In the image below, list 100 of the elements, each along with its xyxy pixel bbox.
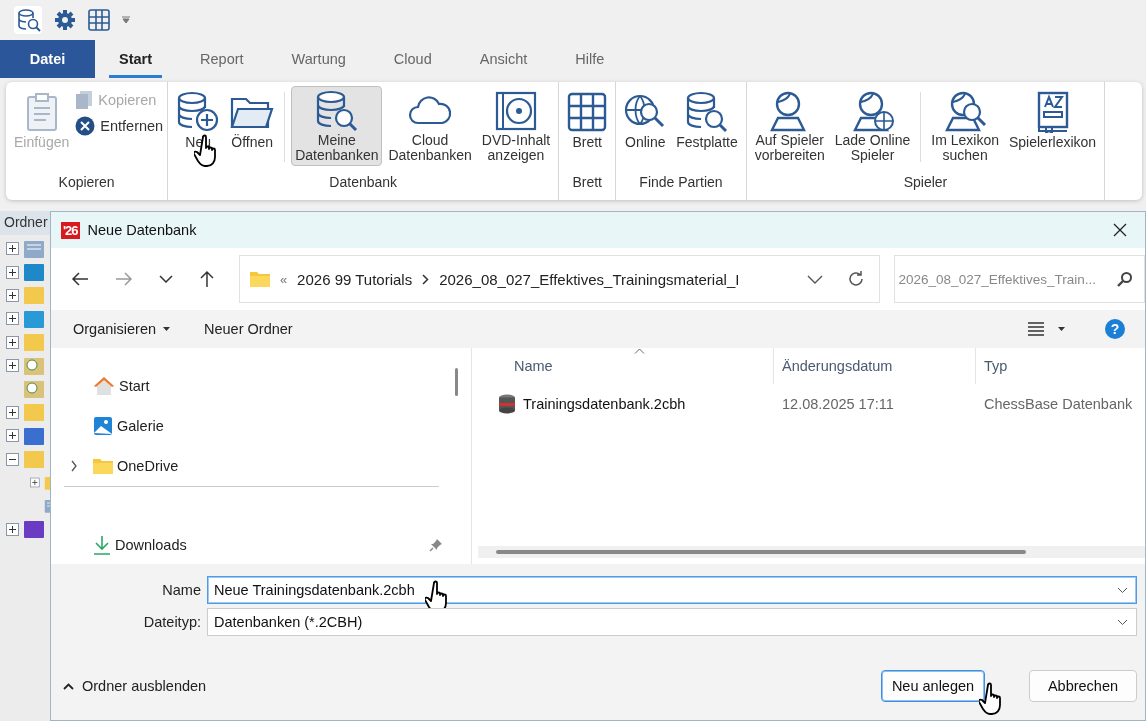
dropdown-field[interactable]: Datenbanken (*.2CBH) [207, 608, 1137, 636]
app-logo: '26 [61, 221, 80, 239]
grid-icon[interactable] [88, 9, 110, 31]
scrollbar-thumb[interactable] [496, 550, 1026, 554]
nav-item[interactable]: Galerie [117, 418, 164, 434]
ribbon-button[interactable]: Öffnen [226, 86, 279, 166]
home-icon [93, 376, 115, 396]
file-type: ChessBase Datenbank [983, 396, 1134, 412]
file-row[interactable]: Trainingsdatenbank.2cbh 12.08.2025 17:11 ChessBase Datenbank [478, 384, 1145, 424]
ribbon-tab[interactable]: Ansicht [455, 40, 552, 78]
nav-item[interactable]: Downloads [115, 537, 187, 553]
expand-icon[interactable] [6, 429, 19, 443]
group-label: Spieler [902, 174, 949, 192]
settings-icon[interactable] [54, 9, 76, 31]
help-button[interactable]: ? [1105, 319, 1125, 339]
column-header[interactable]: Name [478, 348, 774, 384]
database-search-icon[interactable] [14, 6, 42, 34]
database-icon [498, 394, 516, 414]
expand-icon[interactable] [6, 359, 19, 373]
pin-icon[interactable] [429, 538, 443, 552]
close-icon[interactable] [1113, 223, 1127, 237]
dialog-button[interactable]: Neu anlegen [881, 670, 985, 702]
ribbon-tab[interactable]: Start [109, 40, 163, 78]
ribbon-button[interactable]: Spielerlexikon [1005, 86, 1101, 166]
delete-icon [75, 116, 96, 136]
file-name: Trainingsdatenbank.2cbh [523, 396, 686, 412]
file-date: 12.08.2025 17:11 [781, 396, 895, 412]
nav-item[interactable]: Start [119, 378, 150, 394]
list-view-icon[interactable] [1028, 322, 1044, 336]
column-header[interactable]: Typ [976, 348, 1145, 384]
ribbon-button[interactable]: Auf Spieler vorbereiten [750, 86, 829, 166]
caret-icon [163, 327, 170, 331]
expand-icon[interactable] [6, 522, 19, 536]
book-icon [1035, 91, 1070, 133]
expand-icon[interactable] [6, 242, 19, 256]
ribbon-tab[interactable]: Cloud [369, 40, 456, 78]
up-icon[interactable] [198, 270, 215, 288]
refresh-icon[interactable] [846, 270, 865, 288]
group-label: Finde Partien [638, 174, 724, 192]
group-label: Datenbank [328, 174, 399, 192]
database-search-icon [684, 91, 729, 133]
ribbon-button[interactable]: Brett [563, 86, 612, 166]
breadcrumb[interactable]: 2026 99 Tutorials [297, 270, 413, 288]
chevron-down-icon[interactable] [158, 275, 173, 283]
address-bar[interactable]: « 2026 99 Tutorials 2026_08_027_Effektives_Trainingsmaterial_I [238, 255, 880, 303]
chevron-right-icon[interactable] [69, 460, 79, 472]
ribbon-button[interactable]: Im Lexikon suchen [927, 86, 1003, 166]
ribbon-button[interactable]: Meine Datenbanken [291, 86, 383, 166]
forward-icon[interactable] [114, 271, 133, 287]
person-search-icon [943, 90, 988, 132]
ribbon-tab[interactable]: Report [176, 40, 268, 78]
database-search-icon [314, 90, 359, 132]
search-icon [1117, 271, 1133, 287]
expand-icon[interactable] [6, 265, 19, 279]
field-label: Dateityp: [142, 614, 202, 630]
ribbon-button[interactable]: Festplatte [672, 86, 742, 166]
breadcrumb[interactable]: 2026_08_027_Effektives_Trainingsmaterial_I [439, 270, 740, 288]
window-title: Neue Datenbank [87, 222, 198, 238]
scrollbar-thumb[interactable] [455, 368, 458, 396]
collapse-icon[interactable] [6, 452, 19, 466]
chevron-down-icon[interactable] [806, 274, 823, 284]
group-label: Kopieren [57, 174, 116, 192]
chevron-down-icon[interactable] [1117, 619, 1128, 625]
ribbon-tab[interactable]: Wartung [267, 40, 370, 78]
person-globe-icon [850, 90, 895, 132]
database-add-icon [176, 91, 221, 133]
ribbon-tab[interactable]: Hilfe [551, 40, 629, 78]
grid-icon [567, 92, 608, 132]
ribbon-button[interactable]: Lade Online Spieler [830, 86, 915, 166]
column-header[interactable]: Änderungsdatum [774, 348, 976, 384]
search-field[interactable]: 2026_08_027_Effektives_Train... [893, 255, 1145, 303]
toggle-button[interactable]: Ordner ausblenden [63, 678, 207, 694]
caret-icon[interactable] [1058, 327, 1065, 331]
overflow-chevron[interactable]: « [279, 271, 288, 287]
nav-item[interactable]: OneDrive [117, 458, 179, 474]
copy-icon [75, 90, 94, 110]
expand-icon[interactable] [6, 312, 19, 326]
toolbar-button[interactable]: Neuer Ordner [204, 321, 293, 337]
ribbon-button[interactable]: Cloud Datenbanken [384, 86, 476, 166]
expand-icon[interactable] [6, 405, 19, 419]
input-field[interactable]: Neue Trainingsdatenbank.2cbh [207, 576, 1137, 604]
expand-icon[interactable] [6, 288, 19, 302]
gallery-icon [93, 416, 113, 436]
ribbon-button[interactable]: Entfernen [75, 116, 164, 136]
cloud-icon [408, 95, 453, 127]
clipboard-icon [24, 92, 59, 132]
expand-icon[interactable] [6, 335, 19, 349]
chevron-right-icon [422, 273, 430, 285]
ribbon-button[interactable]: Online [620, 86, 671, 166]
file-tab[interactable]: Datei [0, 40, 95, 78]
chevron-down-icon[interactable] [1117, 587, 1128, 593]
field-label: Name [161, 582, 202, 598]
expand-icon[interactable] [30, 476, 40, 490]
back-icon[interactable] [71, 271, 89, 287]
download-icon [93, 535, 111, 555]
menu-button[interactable]: Organisieren [73, 321, 170, 337]
dialog-button[interactable]: Abbrechen [1029, 670, 1137, 702]
chevron-up-icon [63, 682, 74, 690]
ribbon-button[interactable]: DVD-Inhalt anzeigen [477, 86, 555, 166]
group-label: Brett [571, 174, 603, 192]
